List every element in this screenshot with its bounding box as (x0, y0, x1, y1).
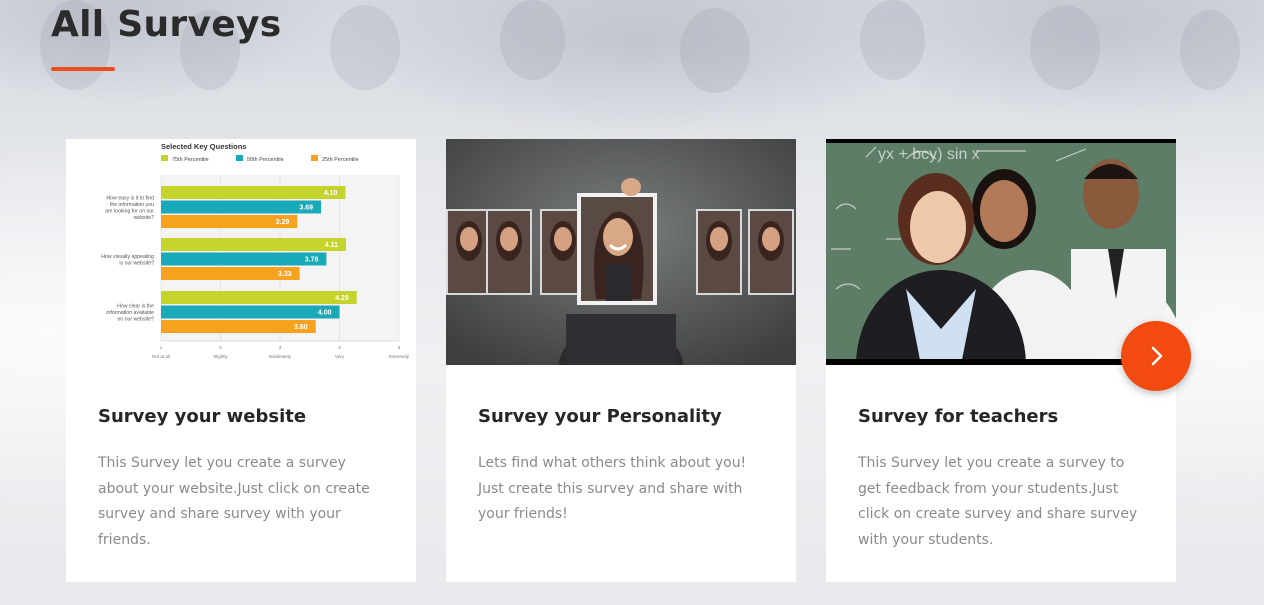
data-label: 4.11 (325, 242, 338, 249)
x-tick-label: Moderately (269, 354, 292, 359)
bar (161, 186, 346, 199)
portrait-face (554, 227, 572, 251)
teachers-photo: yx + bcy) sin x (826, 139, 1176, 365)
card-description: Lets find what others think about you! J… (478, 455, 747, 522)
x-tick-label: Extremely (389, 354, 410, 359)
category-label: on our website? (117, 317, 154, 323)
legend-label: 75th Percentile (172, 157, 209, 163)
data-label: 4.10 (324, 190, 338, 197)
data-label: 4.00 (318, 310, 332, 317)
data-label: 3.29 (276, 219, 290, 226)
card-title: Survey your website (98, 406, 307, 427)
card-description: This Survey let you create a survey abou… (98, 455, 370, 548)
card-description: This Survey let you create a survey to g… (858, 455, 1138, 548)
bar-chart-image: Selected Key Questions 75th Percentile 50… (66, 139, 416, 365)
legend-swatch (161, 155, 168, 161)
legend-label: 50th Percentile (247, 157, 284, 163)
personality-photo (446, 139, 796, 365)
data-label: 3.60 (294, 324, 308, 331)
portrait-face (762, 227, 780, 251)
card-title: Survey for teachers (858, 406, 1059, 427)
category-label: How visually appealing (101, 254, 154, 260)
svg-text:yx + bcy) sin x: yx + bcy) sin x (878, 146, 980, 163)
x-tick-label: Slightly (213, 354, 228, 359)
category-label: How easy is it to find (106, 195, 154, 201)
category-label: is our website? (119, 260, 154, 266)
carousel-next-button[interactable] (1121, 321, 1191, 391)
legend-swatch (236, 155, 243, 161)
category-label: website? (134, 215, 155, 221)
data-label: 3.78 (305, 257, 319, 264)
survey-card-website[interactable]: Selected Key Questions 75th Percentile 50… (66, 139, 416, 582)
category-label: the information you (110, 202, 154, 208)
legend-label: 25th Percentile (322, 157, 359, 163)
portrait-face (710, 227, 728, 251)
bar-chart: Selected Key Questions 75th Percentile 50… (66, 139, 416, 365)
card-title: Survey your Personality (478, 406, 722, 427)
bar (161, 200, 322, 214)
bar (161, 291, 357, 304)
chart-legend: 75th Percentile 50th Percentile 25th Perce… (161, 155, 359, 163)
category-label: are looking for on our (105, 208, 154, 214)
x-tick-label: Not at all (152, 354, 170, 359)
bar (161, 305, 340, 319)
portrait-face (500, 227, 518, 251)
portrait-face (460, 227, 478, 251)
bar (161, 320, 316, 333)
data-label: 3.33 (278, 271, 292, 278)
survey-card-personality[interactable]: Survey your Personality Lets find what o… (446, 139, 796, 582)
data-label: 4.29 (335, 295, 349, 302)
page-title: All Surveys (51, 4, 282, 45)
category-label: How clear is the (117, 304, 154, 310)
data-label: 3.69 (299, 205, 313, 212)
chevron-right-icon (1151, 346, 1163, 366)
bar (161, 238, 347, 251)
x-tick-label: Very (335, 354, 345, 359)
title-underline (51, 67, 115, 71)
chart-title: Selected Key Questions (161, 142, 246, 151)
bar (161, 252, 327, 266)
category-label: information available (106, 310, 154, 316)
legend-swatch (311, 155, 318, 161)
